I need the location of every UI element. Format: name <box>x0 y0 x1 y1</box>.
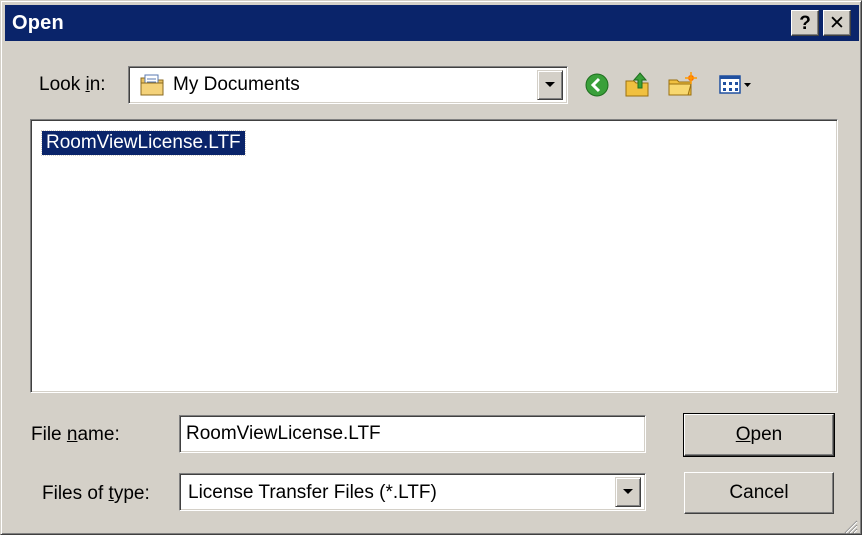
views-menu-icon[interactable] <box>719 74 753 102</box>
open-dialog: Open ? ✕ Look in: My Documents RoomViewL… <box>0 0 862 535</box>
files-of-type-value: License Transfer Files (*.LTF) <box>188 482 437 503</box>
help-button[interactable]: ? <box>791 10 819 36</box>
open-button-label: Open <box>735 424 783 445</box>
file-name-value: RoomViewLicense.LTF <box>186 423 381 444</box>
window-title: Open <box>12 12 64 34</box>
list-item[interactable]: RoomViewLicense.LTF <box>41 130 246 156</box>
help-icon: ? <box>799 12 811 34</box>
close-icon: ✕ <box>829 12 845 34</box>
cancel-button[interactable]: Cancel <box>684 472 834 514</box>
title-bar[interactable]: Open ? ✕ <box>5 5 859 41</box>
my-documents-folder-icon <box>139 72 165 104</box>
new-folder-icon[interactable] <box>667 72 697 104</box>
file-name-input[interactable]: RoomViewLicense.LTF <box>179 415 646 453</box>
look-in-dropdown-button[interactable] <box>537 70 563 100</box>
cancel-button-label: Cancel <box>729 482 789 503</box>
files-of-type-combo[interactable]: License Transfer Files (*.LTF) <box>179 473 646 511</box>
file-name-label: File name: <box>31 424 120 445</box>
up-one-level-icon[interactable] <box>624 71 652 105</box>
look-in-label: Look in: <box>39 74 106 95</box>
look-in-combo[interactable]: My Documents <box>128 66 568 104</box>
open-button[interactable]: Open <box>683 413 835 457</box>
back-arrow-icon[interactable] <box>584 72 610 104</box>
close-button[interactable]: ✕ <box>823 10 851 36</box>
files-of-type-label: Files of type: <box>42 483 150 504</box>
file-list[interactable] <box>30 119 838 393</box>
look-in-value: My Documents <box>173 74 300 95</box>
files-of-type-dropdown-button[interactable] <box>615 477 641 507</box>
